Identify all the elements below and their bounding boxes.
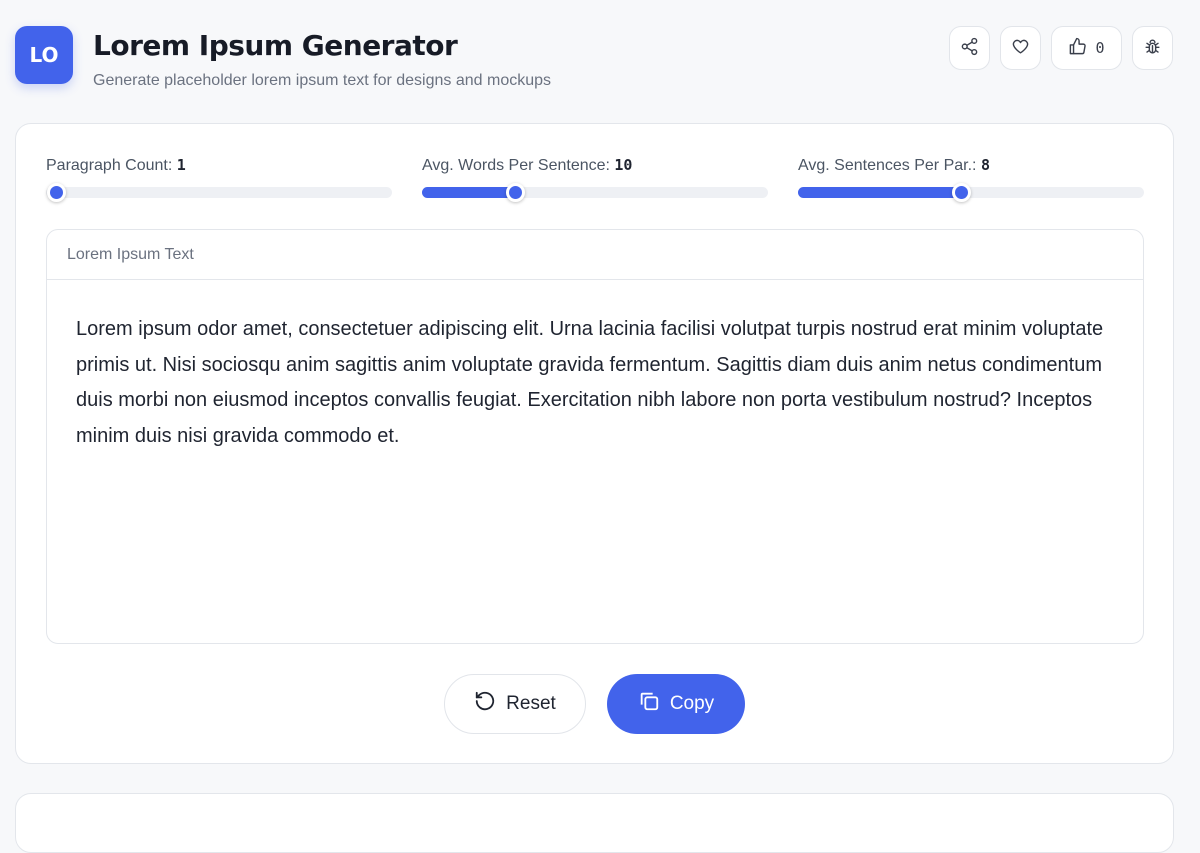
paragraph-count-value: 1 (176, 156, 186, 174)
paragraph-count-slider[interactable] (46, 183, 392, 202)
paragraph-count-thumb[interactable] (47, 183, 67, 202)
rotate-ccw-icon (474, 690, 496, 718)
sentences-per-paragraph-fill (798, 187, 961, 198)
copy-button[interactable]: Copy (607, 674, 745, 734)
copy-icon (638, 690, 660, 718)
lorem-text-output[interactable]: Lorem ipsum odor amet, consectetuer adip… (47, 280, 1143, 486)
bug-icon (1143, 37, 1162, 60)
like-button[interactable]: 0 (1051, 26, 1122, 70)
header-actions: 0 (949, 26, 1173, 70)
page-subtitle: Generate placeholder lorem ipsum text fo… (93, 72, 552, 89)
words-per-sentence-slider[interactable] (422, 183, 768, 202)
like-count: 0 (1095, 39, 1105, 57)
words-per-sentence-fill (422, 187, 516, 198)
sentences-per-paragraph-control: Avg. Sentences Per Par.: 8 (798, 156, 1144, 202)
reset-label: Reset (506, 693, 556, 714)
sentences-per-paragraph-value: 8 (980, 156, 990, 174)
action-buttons: Reset Copy (16, 674, 1173, 734)
sentences-per-paragraph-label: Avg. Sentences Per Par.: 8 (798, 156, 1144, 175)
words-per-sentence-label-text: Avg. Words Per Sentence: (422, 157, 610, 174)
panel-label: Lorem Ipsum Text (47, 230, 1143, 280)
heart-icon (1011, 37, 1030, 60)
words-per-sentence-control: Avg. Words Per Sentence: 10 (422, 156, 768, 202)
app-header: LO Lorem Ipsum Generator Generate placeh… (0, 0, 1200, 120)
reset-button[interactable]: Reset (444, 674, 586, 734)
page-title: Lorem Ipsum Generator (93, 29, 458, 62)
sentences-per-paragraph-slider[interactable] (798, 183, 1144, 202)
sentences-per-paragraph-thumb[interactable] (951, 183, 971, 202)
lorem-text-panel: Lorem Ipsum Text Lorem ipsum odor amet, … (46, 229, 1144, 644)
paragraph-count-label: Paragraph Count: 1 (46, 156, 392, 175)
app-logo: LO (15, 26, 73, 84)
words-per-sentence-thumb[interactable] (506, 183, 526, 202)
words-per-sentence-value: 10 (614, 156, 633, 174)
share-icon (960, 37, 979, 60)
report-bug-button[interactable] (1132, 26, 1173, 70)
generator-card: Paragraph Count: 1 Avg. Words Per Senten… (15, 123, 1174, 764)
thumbs-up-icon (1068, 37, 1087, 60)
paragraph-count-label-text: Paragraph Count: (46, 157, 173, 174)
copy-label: Copy (669, 693, 715, 714)
sentences-per-paragraph-label-text: Avg. Sentences Per Par.: (798, 157, 977, 174)
share-button[interactable] (949, 26, 990, 70)
secondary-card (15, 793, 1174, 853)
words-per-sentence-label: Avg. Words Per Sentence: 10 (422, 156, 768, 175)
paragraph-count-control: Paragraph Count: 1 (46, 156, 392, 202)
favorite-button[interactable] (1000, 26, 1041, 70)
